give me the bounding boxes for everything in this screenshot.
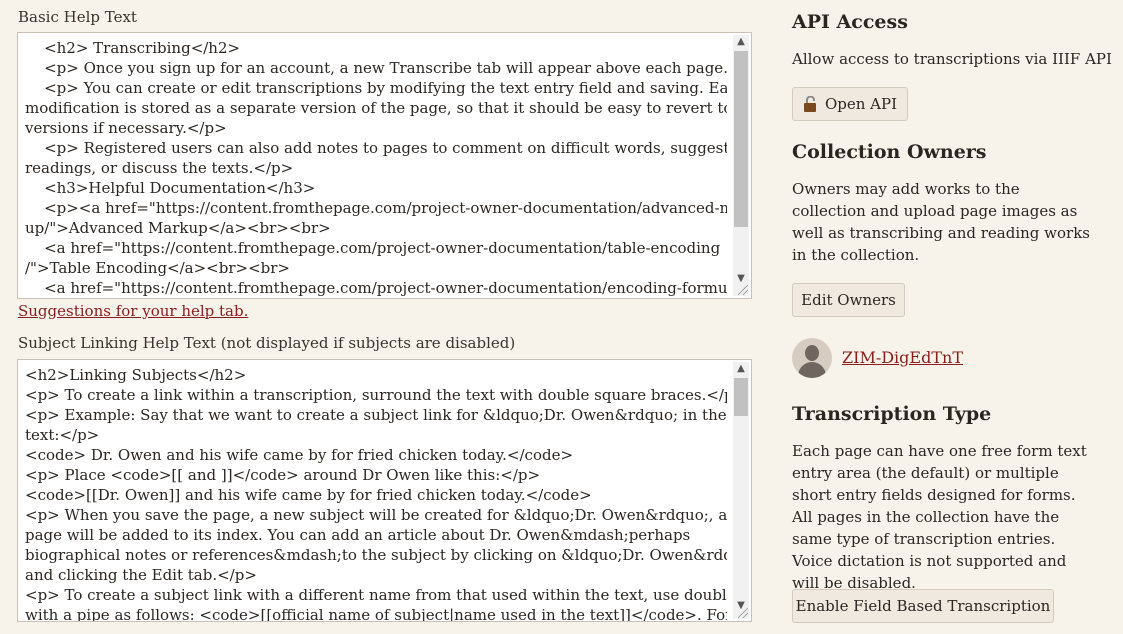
enable-field-based-label: Enable Field Based Transcription [795,597,1051,615]
text-line: <h2> Transcribing</h2> [25,39,241,57]
text-line: <p><a href="https://content.fromthepage.… [25,199,727,217]
api-access-heading: API Access [792,11,908,33]
text-line: <p> You can create or edit transcription… [25,79,727,97]
help-suggestions-link[interactable]: Suggestions for your help tab. [18,302,248,320]
scroll-thumb[interactable] [734,378,748,416]
edit-owners-button[interactable]: Edit Owners [792,283,905,317]
text-line: <a href="https://content.fromthepage.com… [25,279,727,297]
text-line: readings, or discuss the texts.</p> [25,159,294,177]
text-line: <p> Place <code>[[ and ]]</code> around … [25,466,541,484]
text-line: <p> To create a subject link with a diff… [25,586,727,604]
text-line: page will be added to its index. You can… [25,526,691,544]
scroll-up-icon[interactable]: ▲ [733,35,749,49]
transcription-type-description: Each page can have one free form text en… [792,442,1087,592]
subject-help-textarea[interactable]: <h2>Linking Subjects</h2> <p> To create a… [17,359,752,622]
scroll-down-icon[interactable]: ▼ [733,272,749,286]
scroll-up-icon[interactable]: ▲ [733,362,749,376]
collection-owners-description: Owners may add works to the collection a… [792,180,1091,264]
unlock-icon [803,95,817,112]
text-line: <a href="https://content.fromthepage.com… [25,239,721,257]
text-line: versions if necessary.</p> [25,119,227,137]
text-line: /">Table Encoding</a><br><br> [25,259,291,277]
text-line: <code> Dr. Owen and his wife came by for… [25,446,574,464]
resize-grip-icon[interactable] [738,608,748,618]
scroll-thumb[interactable] [734,51,748,227]
text-line: biographical notes or references&mdash;t… [25,546,727,564]
basic-help-textarea[interactable]: <h2> Transcribing</h2> <p> Once you sign… [17,32,752,299]
open-api-button[interactable]: Open API [792,87,908,121]
text-line: <h3>Helpful Documentation</h3> [25,179,316,197]
text-line: <p> When you save the page, a new subjec… [25,506,727,524]
text-line: with a pipe as follows: <code>[[official… [25,606,727,622]
api-access-description: Allow access to transcriptions via IIIF … [792,50,1112,68]
resize-grip-icon[interactable] [738,285,748,295]
enable-field-based-button[interactable]: Enable Field Based Transcription [792,589,1054,623]
text-line: <p> Example: Say that we want to create … [25,406,727,424]
subject-help-scrollbar[interactable]: ▲ ▼ [733,362,749,619]
text-line: and clicking the Edit tab.</p> [25,566,257,584]
edit-owners-label: Edit Owners [801,291,896,309]
text-line: <h2>Linking Subjects</h2> [25,366,247,384]
text-line: <p> Registered users can also add notes … [25,139,727,157]
text-line: <p> Once you sign up for an account, a n… [25,59,727,77]
basic-help-label: Basic Help Text [18,8,137,26]
basic-help-scrollbar[interactable]: ▲ ▼ [733,35,749,296]
text-line: text:</p> [25,426,100,444]
transcription-type-heading: Transcription Type [792,403,992,425]
text-line: up/">Advanced Markup</a><br><br> [25,219,331,237]
subject-help-label: Subject Linking Help Text (not displayed… [18,334,516,352]
avatar [792,338,832,378]
open-api-label: Open API [824,95,898,113]
basic-help-text: <h2> Transcribing</h2> <p> Once you sign… [25,38,727,298]
text-line: <code>[[Dr. Owen]] and his wife came by … [25,486,592,504]
subject-help-text: <h2>Linking Subjects</h2> <p> To create a… [25,365,727,622]
collection-owners-heading: Collection Owners [792,141,987,163]
text-line: modification is stored as a separate ver… [25,99,727,117]
owner-link[interactable]: ZIM-DigEdTnT [842,348,963,367]
text-line: <p> To create a link within a transcript… [25,386,727,404]
